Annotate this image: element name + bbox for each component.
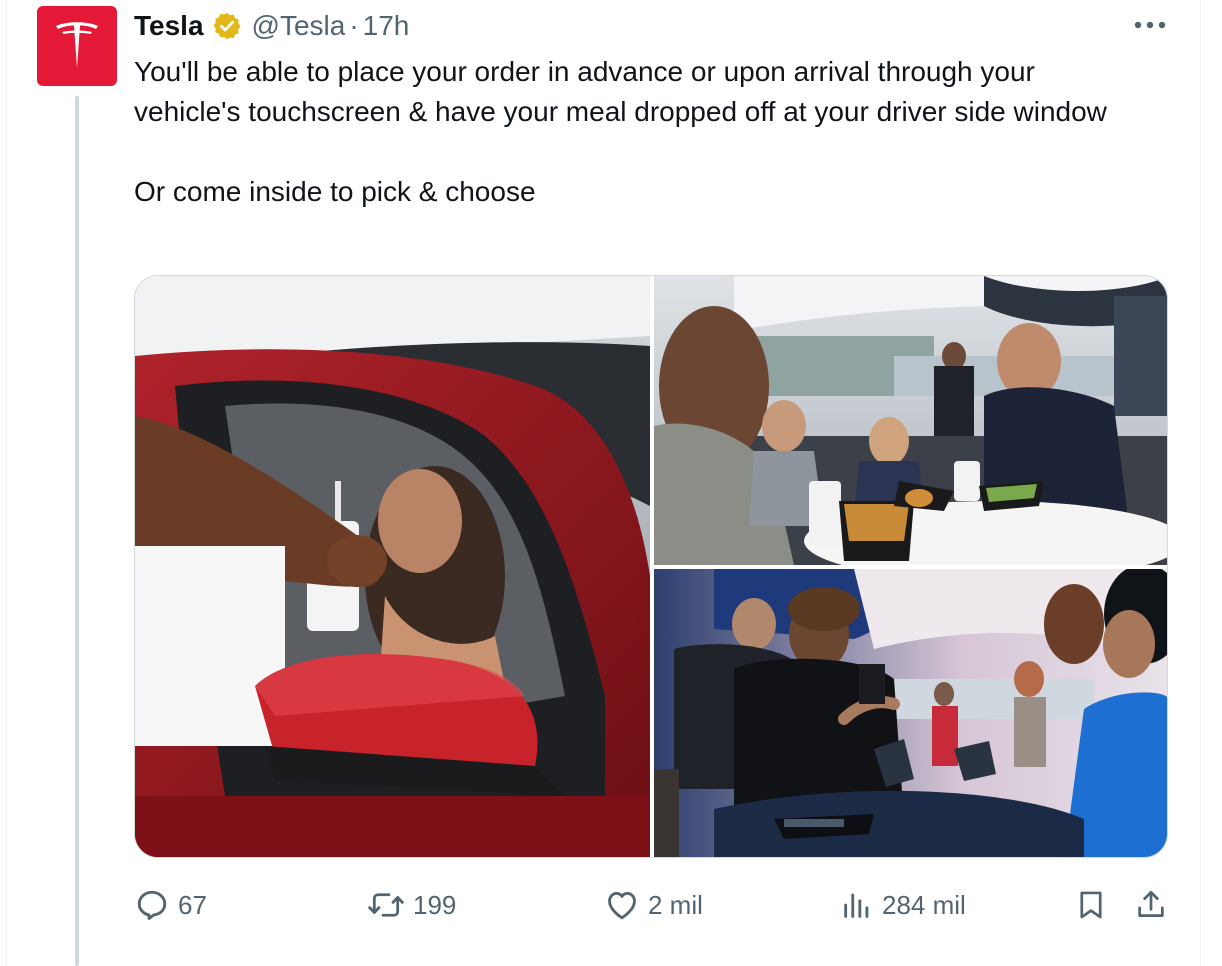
- repost-button[interactable]: 199: [367, 884, 456, 926]
- views-count: 284 mil: [882, 889, 966, 920]
- views-button[interactable]: 284 mil: [840, 884, 966, 926]
- like-button[interactable]: 2 mil: [604, 884, 703, 926]
- tweet-paragraph-1: You'll be able to place your order in ad…: [134, 56, 1107, 127]
- photo-counter-ordering[interactable]: [654, 569, 1167, 857]
- avatar[interactable]: [37, 6, 117, 86]
- photo-drive-thru-handoff[interactable]: [135, 276, 650, 857]
- tweet-actions: 67 199 2 mil 284 mil: [134, 884, 1174, 926]
- separator-dot: ·: [349, 10, 359, 41]
- share-icon: [1138, 890, 1164, 917]
- photo-family-dining[interactable]: [654, 276, 1167, 565]
- heart-icon: [608, 892, 636, 920]
- more-button[interactable]: [1132, 12, 1168, 38]
- thread-line: [75, 96, 79, 966]
- author-handle[interactable]: @Tesla: [252, 10, 346, 42]
- bookmark-icon: [1080, 891, 1102, 919]
- tweet-header: Tesla @Tesla · 17h: [134, 8, 409, 44]
- tweet-text: You'll be able to place your order in ad…: [134, 52, 1144, 212]
- repost-icon: [368, 893, 404, 917]
- repost-count: 199: [413, 889, 457, 920]
- tesla-logo-icon: [56, 22, 98, 68]
- media-grid: [134, 275, 1168, 858]
- bookmark-button[interactable]: [1074, 884, 1116, 926]
- reply-icon: [137, 890, 167, 920]
- timestamp[interactable]: 17h: [363, 10, 410, 42]
- verified-badge-icon[interactable]: [212, 11, 242, 41]
- views-icon: [844, 893, 869, 918]
- more-icon: [1134, 21, 1166, 29]
- reply-count: 67: [178, 889, 207, 920]
- share-button[interactable]: [1134, 884, 1176, 926]
- reply-button[interactable]: 67: [134, 884, 207, 926]
- like-count: 2 mil: [648, 889, 703, 920]
- author-name[interactable]: Tesla: [134, 10, 204, 42]
- tweet-paragraph-2: Or come inside to pick & choose: [134, 176, 536, 207]
